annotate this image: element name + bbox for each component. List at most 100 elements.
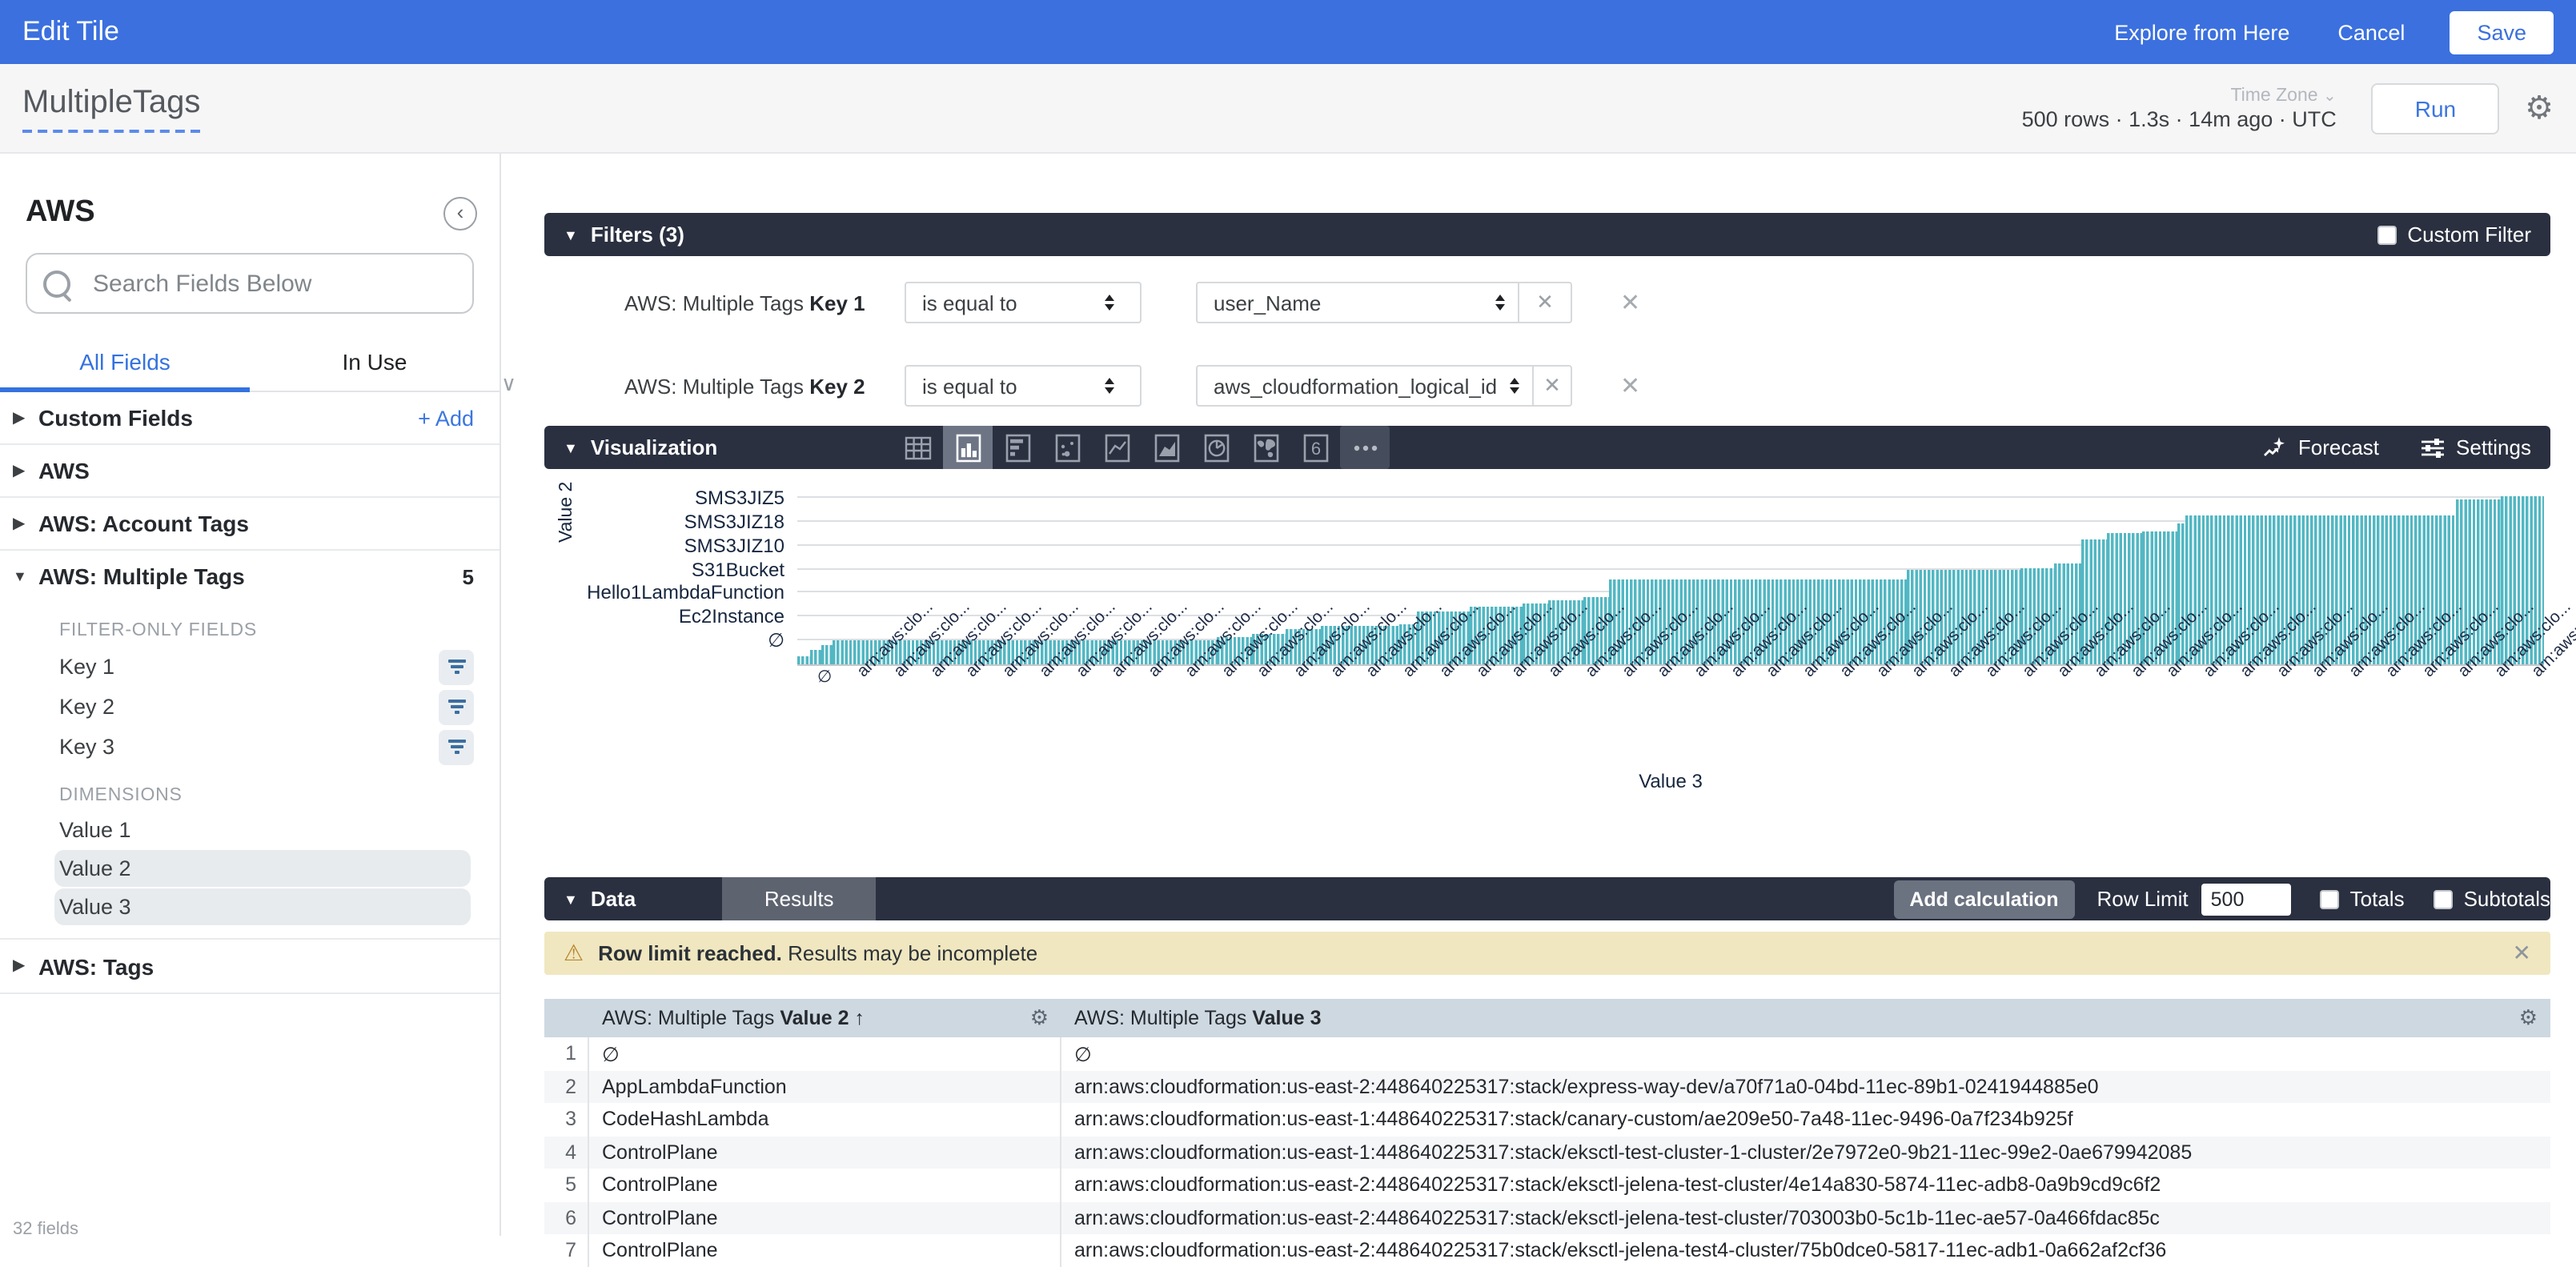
row-limit-input[interactable]: [2201, 883, 2291, 915]
page-title: Edit Tile: [22, 16, 119, 48]
add-custom-field-button[interactable]: + Add: [418, 406, 474, 430]
table-row[interactable]: 7ControlPlanearn:aws:cloudformation:us-e…: [544, 1234, 2550, 1267]
query-title[interactable]: MultipleTags: [22, 83, 200, 133]
clear-value-icon[interactable]: ✕: [1518, 283, 1571, 322]
sidebar-item-custom-fields[interactable]: ▶ Custom Fields + Add: [0, 392, 500, 445]
subtotals-label: Subtotals: [2464, 887, 2550, 911]
cell-value2: ControlPlane: [589, 1201, 1061, 1234]
y-axis-label: SMS3JIZ18: [684, 511, 784, 533]
filter-operator-select[interactable]: is equal to: [905, 282, 1142, 323]
remove-filter-icon[interactable]: ✕: [1620, 288, 1640, 317]
tab-all-fields[interactable]: All Fields: [0, 336, 250, 391]
totals-checkbox[interactable]: [2320, 889, 2339, 908]
column-gear-icon[interactable]: ⚙: [1030, 1005, 1049, 1031]
caret-right-icon[interactable]: ▶: [13, 462, 38, 479]
caret-down-icon[interactable]: ▼: [13, 568, 38, 584]
close-icon[interactable]: ✕: [2513, 940, 2531, 967]
y-axis-label: S31Bucket: [692, 558, 784, 580]
table-row[interactable]: 1∅∅: [544, 1037, 2550, 1070]
cancel-button[interactable]: Cancel: [2337, 20, 2405, 44]
data-header-bar[interactable]: ▼ Data Results Add calculation Row Limit…: [544, 877, 2550, 920]
table-row[interactable]: 4ControlPlanearn:aws:cloudformation:us-e…: [544, 1136, 2550, 1169]
filters-header-bar[interactable]: ▼ Filters (3) Custom Filter: [544, 213, 2550, 256]
remove-filter-icon[interactable]: ✕: [1620, 371, 1640, 400]
filter-operator-select[interactable]: is equal to: [905, 365, 1142, 407]
field-search[interactable]: [26, 253, 474, 314]
explore-from-here-link[interactable]: Explore from Here: [2114, 20, 2289, 44]
chevron-down-icon[interactable]: ∨: [501, 371, 516, 397]
bar-segment[interactable]: [809, 650, 821, 664]
warning-text: Row limit reached. Results may be incomp…: [598, 941, 1037, 965]
viz-type-more-icon[interactable]: [1340, 426, 1390, 469]
sidebar-item-multiple-tags[interactable]: ▼ AWS: Multiple Tags 5: [0, 551, 500, 602]
field-label: Key 2: [59, 695, 439, 719]
sidebar-item-aws[interactable]: ▶ AWS: [0, 445, 500, 498]
tab-in-use[interactable]: In Use: [250, 336, 500, 391]
field-key-2[interactable]: Key 2: [0, 687, 500, 727]
caret-right-icon[interactable]: ▶: [13, 409, 38, 427]
sidebar-item-tags[interactable]: ▶ AWS: Tags: [0, 938, 500, 994]
filter-icon[interactable]: [439, 729, 474, 764]
cell-value2: CodeHashLambda: [589, 1103, 1061, 1136]
viz-settings-button[interactable]: Settings: [2421, 435, 2531, 459]
field-key-1[interactable]: Key 1: [0, 647, 500, 687]
field-key-3[interactable]: Key 3: [0, 727, 500, 767]
viz-type-bar-icon[interactable]: [993, 426, 1042, 469]
viz-type-scatter-icon[interactable]: [1042, 426, 1092, 469]
table-row[interactable]: 3CodeHashLambdaarn:aws:cloudformation:us…: [544, 1103, 2550, 1136]
caret-down-icon: ▼: [564, 891, 578, 907]
filter-value-select[interactable]: user_Name ✕: [1196, 282, 1572, 323]
viz-type-map-icon[interactable]: [1241, 426, 1290, 469]
viz-type-table-icon[interactable]: [893, 426, 943, 469]
field-value-2[interactable]: Value 2: [54, 850, 471, 887]
y-axis-label: Ec2Instance: [679, 606, 784, 628]
viz-type-line-icon[interactable]: [1092, 426, 1142, 469]
subtotals-checkbox[interactable]: [2434, 889, 2453, 908]
viz-type-pie-icon[interactable]: [1191, 426, 1241, 469]
search-input[interactable]: [90, 268, 456, 299]
column-header-value2[interactable]: AWS: Multiple Tags Value 2 ↑ ⚙: [589, 1005, 1061, 1031]
table-row[interactable]: 6ControlPlanearn:aws:cloudformation:us-e…: [544, 1201, 2550, 1234]
clear-value-icon[interactable]: ✕: [1532, 367, 1571, 405]
row-number: 4: [544, 1136, 589, 1169]
forecast-button[interactable]: Forecast: [2263, 435, 2379, 459]
viz-type-column-icon[interactable]: [943, 426, 993, 469]
table-row[interactable]: 2AppLambdaFunctionarn:aws:cloudformation…: [544, 1070, 2550, 1103]
field-value-3[interactable]: Value 3: [54, 888, 471, 925]
updown-arrows-icon: [1105, 295, 1114, 311]
collapse-sidebar-icon[interactable]: ‹: [443, 196, 477, 230]
sidebar-tabs: All Fields In Use: [0, 336, 500, 392]
field-value-1[interactable]: Value 1: [54, 812, 471, 848]
visualization-title: Visualization: [591, 435, 717, 459]
sidebar-item-account-tags[interactable]: ▶ AWS: Account Tags: [0, 498, 500, 551]
gear-icon[interactable]: ⚙: [2525, 88, 2554, 128]
column-header-value3[interactable]: AWS: Multiple Tags Value 3 ⚙: [1061, 1005, 2550, 1031]
x-axis-title: Value 3: [797, 770, 2544, 792]
caret-right-icon[interactable]: ▶: [13, 957, 38, 975]
bar-segment[interactable]: [822, 645, 833, 664]
run-button[interactable]: Run: [2372, 82, 2499, 134]
filter-icon[interactable]: [439, 689, 474, 724]
custom-filter-checkbox[interactable]: [2377, 225, 2396, 244]
data-label-group: ▼ Data: [544, 887, 655, 911]
cell-value2: ControlPlane: [589, 1234, 1061, 1267]
filter-row-key1: AWS: Multiple Tags Key 1 is equal to use…: [544, 282, 2550, 323]
column-gear-icon[interactable]: ⚙: [2519, 1005, 2538, 1031]
tab-results[interactable]: Results: [722, 877, 876, 920]
visualization-header-bar[interactable]: ▼ Visualization: [544, 426, 2550, 469]
bar-segment[interactable]: [797, 656, 809, 664]
table-row[interactable]: 5ControlPlanearn:aws:cloudformation:us-e…: [544, 1169, 2550, 1201]
add-calculation-button[interactable]: Add calculation: [1893, 880, 2074, 918]
caret-down-icon: ▼: [564, 227, 578, 243]
timezone-dropdown[interactable]: Time Zone ⌄: [2230, 86, 2336, 105]
save-button[interactable]: Save: [2450, 10, 2554, 54]
caret-right-icon[interactable]: ▶: [13, 515, 38, 532]
filter-icon[interactable]: [439, 649, 474, 684]
dimensions-heading: DIMENSIONS: [59, 786, 500, 805]
results-table: AWS: Multiple Tags Value 2 ↑ ⚙ AWS: Mult…: [544, 999, 2550, 1267]
cell-value3: arn:aws:cloudformation:us-east-2:4486402…: [1061, 1174, 2550, 1197]
caret-down-icon: ▼: [564, 439, 578, 455]
filter-value-select[interactable]: aws_cloudformation_logical_id ✕: [1196, 365, 1572, 407]
viz-type-single-value-icon[interactable]: 6: [1290, 426, 1340, 469]
viz-type-area-icon[interactable]: [1142, 426, 1191, 469]
